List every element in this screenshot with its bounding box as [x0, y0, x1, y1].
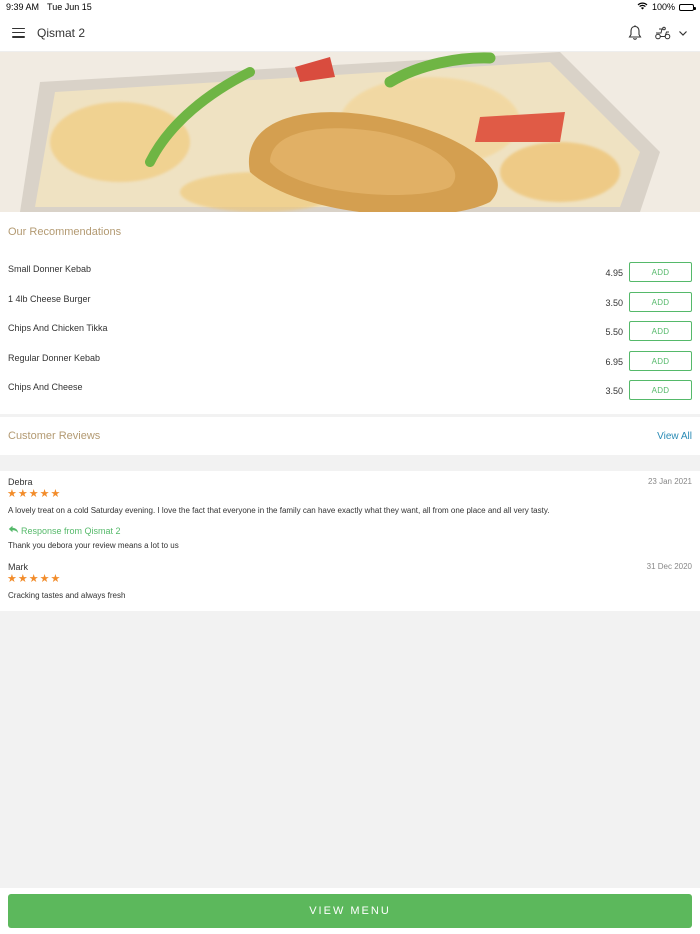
star-rating: ★ ★ ★ ★ ★	[7, 489, 60, 500]
status-date: Tue Jun 15	[47, 2, 92, 12]
star-icon: ★	[28, 488, 39, 500]
star-icon: ★	[17, 573, 28, 585]
item-name: 1 4lb Cheese Burger	[8, 294, 91, 304]
add-button[interactable]: ADD	[629, 351, 692, 371]
star-icon: ★	[28, 573, 39, 585]
star-rating: ★ ★ ★ ★ ★	[7, 574, 60, 585]
star-icon: ★	[7, 488, 17, 500]
reviews-title: Customer Reviews	[8, 430, 101, 442]
app-header: Qismat 2	[0, 14, 700, 52]
page-title: Qismat 2	[37, 25, 86, 40]
scooter-icon	[655, 26, 671, 39]
battery-percent: 100%	[651, 2, 675, 12]
item-name: Chips And Chicken Tikka	[8, 323, 108, 333]
recommendation-item: Chips And Cheese 3.50 ADD	[0, 380, 700, 402]
item-price: 5.50	[605, 327, 623, 337]
response-header: Response from Qismat 2	[8, 525, 121, 536]
star-icon: ★	[17, 488, 28, 500]
recommendations-title: Our Recommendations	[8, 226, 122, 238]
recommendation-item: Chips And Chicken Tikka 5.50 ADD	[0, 321, 700, 343]
recommendation-item: 1 4lb Cheese Burger 3.50 ADD	[0, 292, 700, 314]
item-name: Regular Donner Kebab	[8, 353, 101, 363]
recommendation-item: Small Donner Kebab 4.95 ADD	[0, 262, 700, 284]
star-icon: ★	[39, 488, 50, 500]
review-date: 23 Jan 2021	[647, 477, 692, 486]
star-icon: ★	[50, 488, 61, 500]
delivery-collection-toggle[interactable]	[654, 26, 688, 40]
item-price: 3.50	[605, 386, 623, 396]
bell-icon[interactable]	[628, 24, 642, 41]
item-price: 4.95	[605, 268, 623, 278]
star-icon: ★	[7, 573, 17, 585]
reply-icon	[8, 525, 19, 536]
review-text: Cracking tastes and always fresh	[8, 591, 126, 600]
menu-icon[interactable]	[12, 27, 25, 38]
status-bar: 9:39 AM Tue Jun 15 100%	[0, 0, 700, 14]
bottom-bar: VIEW MENU	[0, 888, 700, 934]
reviews-header: Customer Reviews View All	[0, 417, 700, 455]
item-name: Small Donner Kebab	[8, 264, 92, 274]
status-time: 9:39 AM	[6, 2, 40, 12]
recommendations-section: Our Recommendations Small Donner Kebab 4…	[0, 212, 700, 414]
view-menu-button[interactable]: VIEW MENU	[8, 894, 692, 928]
review-item: Debra 23 Jan 2021 ★ ★ ★ ★ ★ A lovely tre…	[0, 477, 700, 557]
chevron-down-icon	[679, 30, 687, 36]
item-name: Chips And Cheese	[8, 382, 83, 392]
wifi-icon	[637, 2, 648, 12]
add-button[interactable]: ADD	[629, 321, 692, 341]
recommendation-item: Regular Donner Kebab 6.95 ADD	[0, 351, 700, 373]
battery-icon	[679, 3, 696, 11]
add-button[interactable]: ADD	[629, 380, 692, 400]
item-price: 3.50	[605, 298, 623, 308]
hero-biryani-image	[0, 52, 700, 212]
star-icon: ★	[50, 573, 61, 585]
add-button[interactable]: ADD	[629, 292, 692, 312]
review-date: 31 Dec 2020	[646, 562, 692, 571]
view-all-link[interactable]: View All	[657, 431, 692, 442]
reviews-list: Debra 23 Jan 2021 ★ ★ ★ ★ ★ A lovely tre…	[0, 471, 700, 611]
item-price: 6.95	[605, 357, 623, 367]
response-label: Response from Qismat 2	[21, 525, 121, 536]
add-button[interactable]: ADD	[629, 262, 692, 282]
response-text: Thank you debora your review means a lot…	[8, 541, 179, 550]
star-icon: ★	[39, 573, 50, 585]
review-item: Mark 31 Dec 2020 ★ ★ ★ ★ ★ Cracking tast…	[0, 562, 700, 602]
review-text: A lovely treat on a cold Saturday evenin…	[8, 506, 550, 515]
reviewer-name: Mark	[8, 562, 28, 572]
reviewer-name: Debra	[8, 477, 33, 487]
